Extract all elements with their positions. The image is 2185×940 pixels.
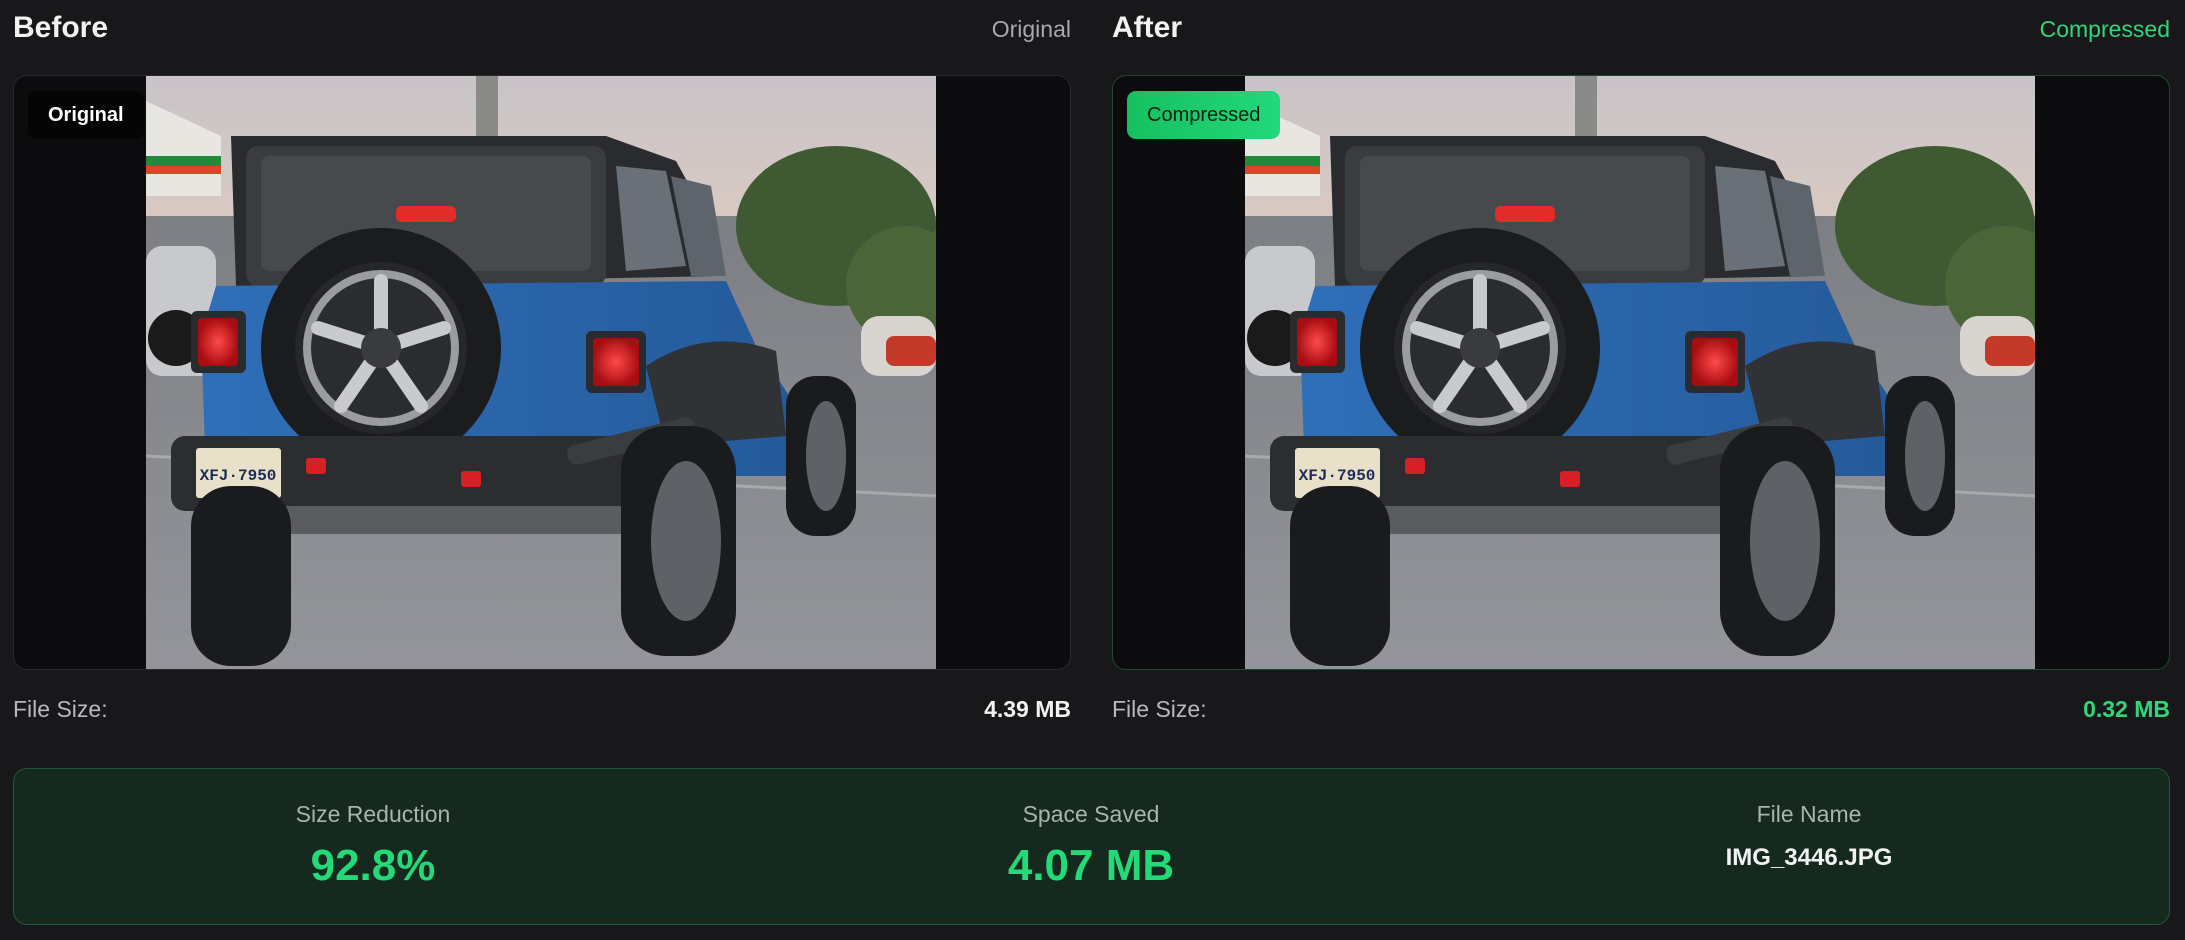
after-image-frame[interactable]: XFJ·7950 Compressed — [1112, 75, 2170, 670]
file-name-label: File Name — [1756, 801, 1862, 827]
before-title: Before — [13, 11, 109, 44]
after-title: After — [1112, 11, 1183, 44]
size-reduction-value: 92.8% — [310, 841, 436, 890]
size-reduction-stat: Size Reduction 92.8% — [14, 769, 732, 924]
compressed-badge: Compressed — [1127, 91, 1281, 139]
after-header: After Compressed — [1112, 0, 2170, 60]
after-file-size-row: File Size: 0.32 MB — [1112, 690, 2170, 730]
after-tag: Compressed — [2039, 16, 2170, 42]
before-tag: Original — [991, 16, 1071, 42]
file-name-value: IMG_3446.JPG — [1725, 844, 1893, 871]
space-saved-stat: Space Saved 4.07 MB — [732, 769, 1450, 924]
before-file-size-value: 4.39 MB — [984, 696, 1071, 722]
before-header: Before Original — [13, 0, 1071, 60]
original-badge: Original — [28, 91, 144, 139]
before-panel: Before Original XFJ·7950 Original File S… — [13, 0, 1071, 722]
before-file-size-row: File Size: 4.39 MB — [13, 690, 1071, 730]
after-photo: XFJ·7950 — [1245, 76, 2035, 669]
after-panel: After Compressed XFJ·7950 Compressed Fil… — [1112, 0, 2170, 722]
jeep-photo-illustration: XFJ·7950 — [146, 76, 936, 669]
file-name-stat: File Name IMG_3446.JPG — [1450, 769, 2168, 924]
svg-text:XFJ·7950: XFJ·7950 — [1299, 467, 1376, 485]
svg-text:XFJ·7950: XFJ·7950 — [200, 467, 277, 485]
after-file-size-value: 0.32 MB — [2083, 696, 2170, 722]
space-saved-value: 4.07 MB — [1007, 841, 1175, 890]
before-image-frame[interactable]: XFJ·7950 Original — [13, 75, 1071, 670]
before-photo: XFJ·7950 — [146, 76, 936, 669]
before-file-size-label: File Size: — [13, 696, 108, 722]
space-saved-label: Space Saved — [1022, 801, 1160, 827]
after-file-size-label: File Size: — [1112, 696, 1207, 722]
jeep-photo-illustration: XFJ·7950 — [1245, 76, 2035, 669]
size-reduction-label: Size Reduction — [295, 801, 451, 827]
compression-stats-panel: Size Reduction 92.8% Space Saved 4.07 MB… — [13, 768, 2170, 925]
